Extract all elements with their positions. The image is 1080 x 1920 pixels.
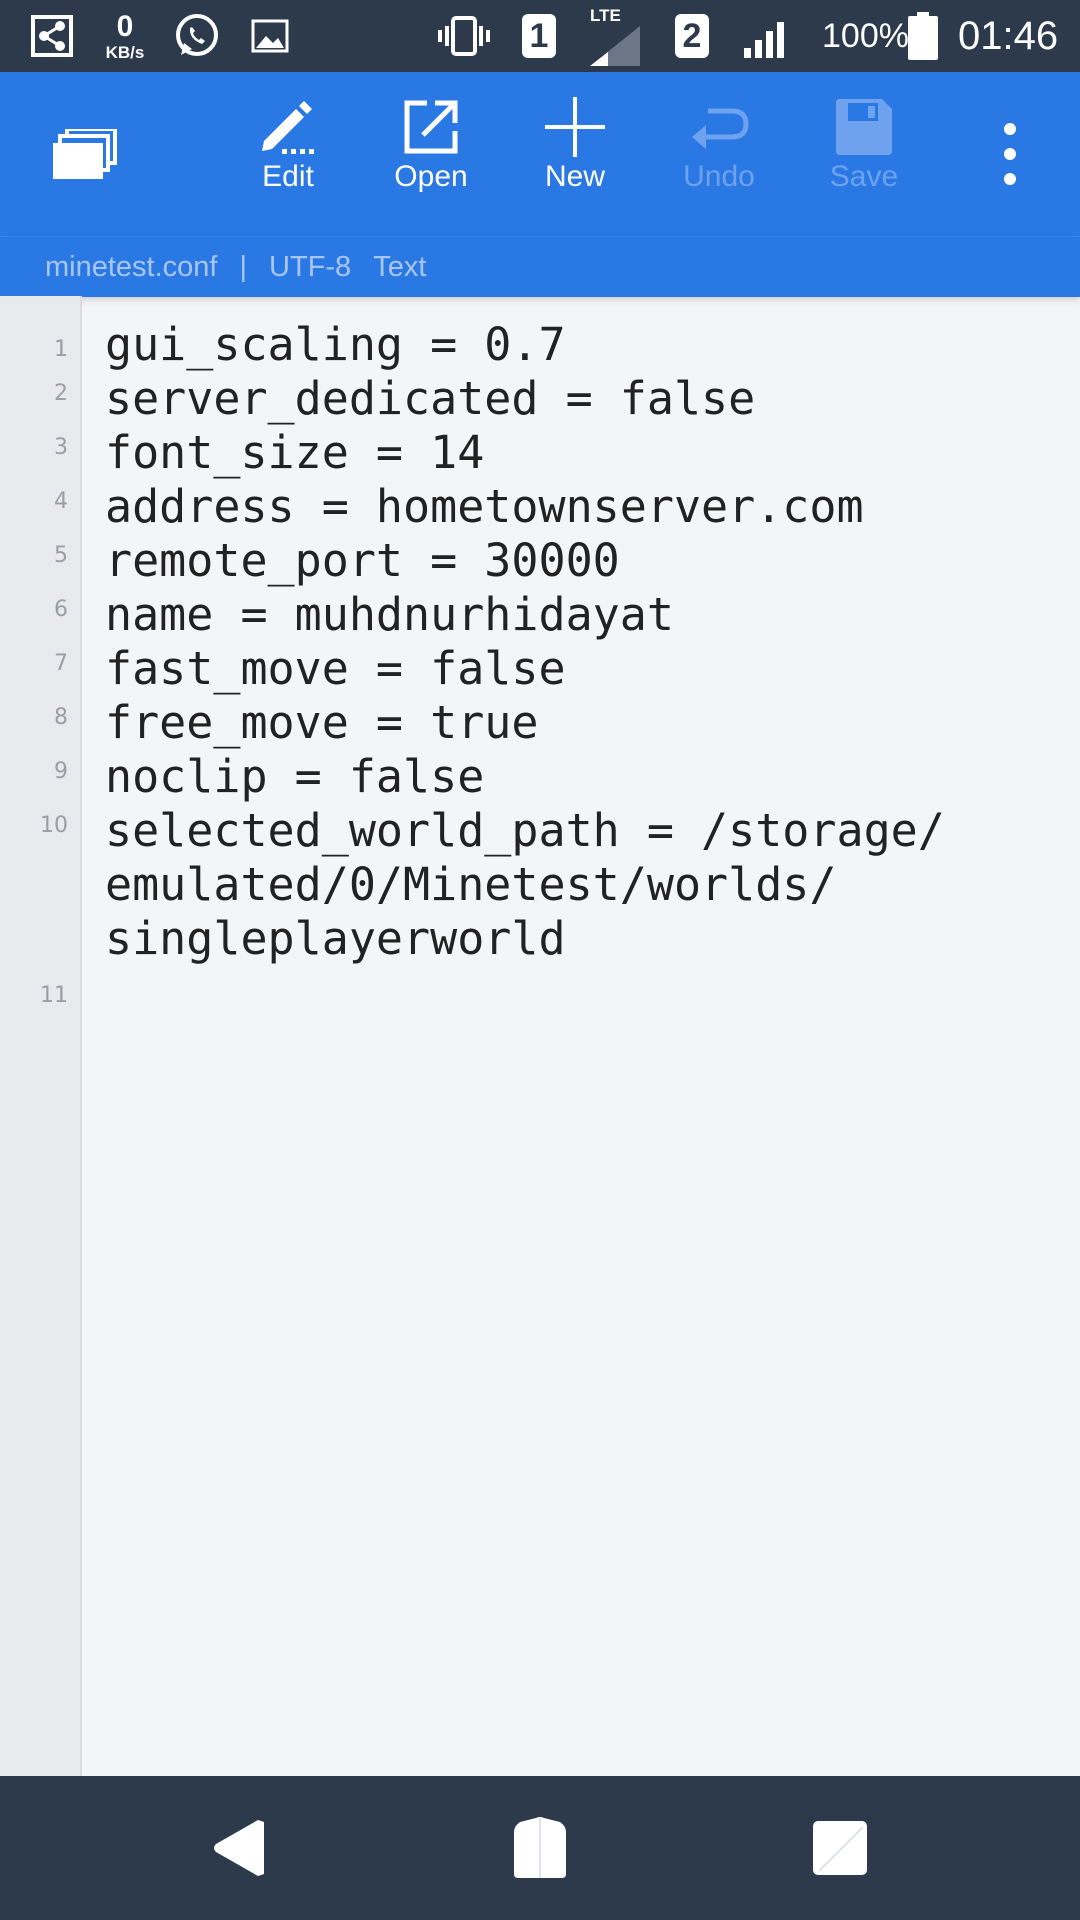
overflow-menu-button[interactable] (960, 72, 1060, 236)
open-external-icon (366, 92, 496, 162)
lte-signal-icon: LTE (590, 0, 640, 78)
code-line-wrapped: emulated/0/Minetest/worlds/ (105, 858, 837, 911)
floppy-icon (799, 92, 929, 162)
open-label: Open (394, 160, 468, 193)
clock: 01:46 (958, 13, 1059, 58)
undo-button[interactable]: Undo (654, 72, 784, 236)
speed-value: 0 (116, 9, 134, 43)
undo-icon (654, 92, 784, 162)
more-vert-icon (960, 119, 1060, 189)
line-number: 4 (54, 489, 68, 514)
edit-button[interactable]: Edit (223, 72, 353, 236)
code-line: selected_world_path = /storage/ (105, 804, 945, 857)
edit-label: Edit (262, 160, 314, 193)
line-number: 10 (40, 813, 68, 838)
back-triangle-icon (214, 1820, 264, 1876)
signal-icon (742, 0, 792, 72)
pencil-icon (223, 92, 353, 162)
new-label: New (544, 160, 605, 193)
vibrate-icon (436, 0, 492, 72)
new-button[interactable]: New (510, 72, 640, 236)
line-number: 1 (54, 337, 68, 362)
home-icon (514, 1817, 566, 1878)
speed-unit: KB/s (105, 42, 145, 62)
toolbar: Edit Open New Undo Save (0, 72, 1080, 236)
code-line: font_size = 14 (105, 426, 485, 479)
back-button[interactable] (200, 1808, 280, 1888)
code-line: noclip = false (105, 750, 485, 803)
gallery-icon (250, 0, 290, 72)
home-button[interactable] (500, 1808, 580, 1888)
network-speed: 0 KB/s (98, 0, 152, 72)
line-number: 8 (54, 705, 68, 730)
code-line: free_move = true (105, 696, 539, 749)
text-editor[interactable]: 1 2 3 4 5 6 7 8 9 10 11 gui_scaling = 0.… (0, 296, 1080, 1776)
code-line: remote_port = 30000 (105, 534, 620, 587)
navigation-bar (0, 1776, 1080, 1920)
code-line: address = hometownserver.com (105, 480, 864, 533)
filename: minetest.conf (45, 250, 218, 283)
sim2-badge: 2 (675, 0, 709, 72)
recents-square-icon (813, 1821, 867, 1875)
network-type: LTE (590, 6, 621, 25)
line-number: 9 (54, 759, 68, 784)
line-number: 2 (54, 381, 68, 406)
sim1-badge: 1 (522, 0, 556, 72)
encoding-label[interactable]: UTF-8 (269, 251, 351, 284)
status-bar: 0 KB/s 1 LTE 2 100% 01:46 (0, 0, 1080, 72)
undo-label: Undo (683, 160, 755, 193)
code-line-wrapped: singleplayerworld (105, 912, 566, 965)
recents-button[interactable] (800, 1808, 880, 1888)
line-number: 6 (54, 597, 68, 622)
line-number: 11 (40, 983, 68, 1008)
stacked-windows-icon (20, 119, 150, 189)
battery-icon (908, 0, 938, 72)
code-line: server_dedicated = false (105, 372, 756, 425)
whatsapp-icon (172, 0, 222, 72)
line-number: 3 (54, 435, 68, 460)
code-line: gui_scaling = 0.7 (105, 318, 566, 371)
code-line: fast_move = false (105, 642, 566, 695)
save-button[interactable]: Save (799, 72, 929, 236)
open-button[interactable]: Open (366, 72, 496, 236)
battery-percent: 100% (822, 16, 909, 55)
line-number-gutter: 1 2 3 4 5 6 7 8 9 10 11 (0, 296, 82, 1776)
open-files-button[interactable] (20, 72, 150, 236)
save-label: Save (829, 160, 899, 193)
plus-icon (510, 92, 640, 162)
info-separator: | (239, 250, 248, 283)
share-icon (30, 0, 74, 72)
file-info-bar: minetest.conf | UTF-8 Text (0, 236, 1080, 297)
code-line: name = muhdnurhidayat (105, 588, 674, 641)
line-number: 7 (54, 651, 68, 676)
line-number: 5 (54, 543, 68, 568)
mode-label[interactable]: Text (373, 251, 426, 284)
